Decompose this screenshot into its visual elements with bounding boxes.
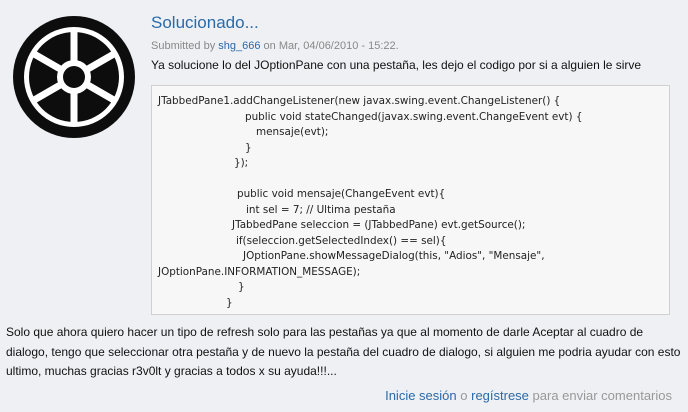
code-line: }: [245, 141, 252, 154]
submitted-prefix: Submitted by: [151, 40, 219, 52]
submitted-date: on Mar, 04/06/2010 - 15:22.: [260, 40, 399, 52]
galactic-empire-avatar-icon: [13, 16, 135, 138]
code-block: JTabbedPane1.addChangeListener(new javax…: [151, 85, 670, 315]
code-line: JOptionPane.showMessageDialog(this, "Adi…: [243, 250, 545, 262]
code-line: }: [226, 296, 233, 309]
code-line: });: [234, 157, 249, 169]
links-or: o: [456, 388, 472, 403]
comment-title-link[interactable]: Solucionado...: [151, 13, 259, 33]
comment-intro: Ya solucione lo del JOptionPane con una …: [151, 58, 642, 72]
register-link[interactable]: regístrese: [471, 388, 529, 403]
code-line: JTabbedPane seleccion = (JTabbedPane) ev…: [232, 219, 526, 231]
code-line: public void mensaje(ChangeEvent evt){: [237, 188, 446, 200]
code-line: int sel = 7; // Ultima pestaña: [246, 203, 396, 216]
code-line: JOptionPane.INFORMATION_MESSAGE);: [158, 265, 361, 278]
comment: Solucionado... Submitted by shg_666 on M…: [0, 0, 688, 412]
code-line: public void stateChanged(javax.swing.eve…: [245, 110, 583, 123]
comment-body: Solo que ahora quiero hacer un tipo de r…: [6, 325, 681, 378]
comment-links: Inicie sesión o regístrese para enviar c…: [385, 388, 672, 403]
code-line: JTabbedPane1.addChangeListener(new javax…: [158, 95, 561, 107]
submitted-info: Submitted by shg_666 on Mar, 04/06/2010 …: [151, 40, 399, 52]
code-line: mensaje(evt);: [256, 126, 329, 138]
code-line: }: [238, 281, 245, 293]
author-link[interactable]: shg_666: [218, 40, 260, 52]
login-link[interactable]: Inicie sesión: [385, 388, 457, 403]
links-suffix: para enviar comentarios: [528, 388, 672, 403]
code-line: if(seleccion.getSelectedIndex() == sel){: [236, 234, 447, 247]
